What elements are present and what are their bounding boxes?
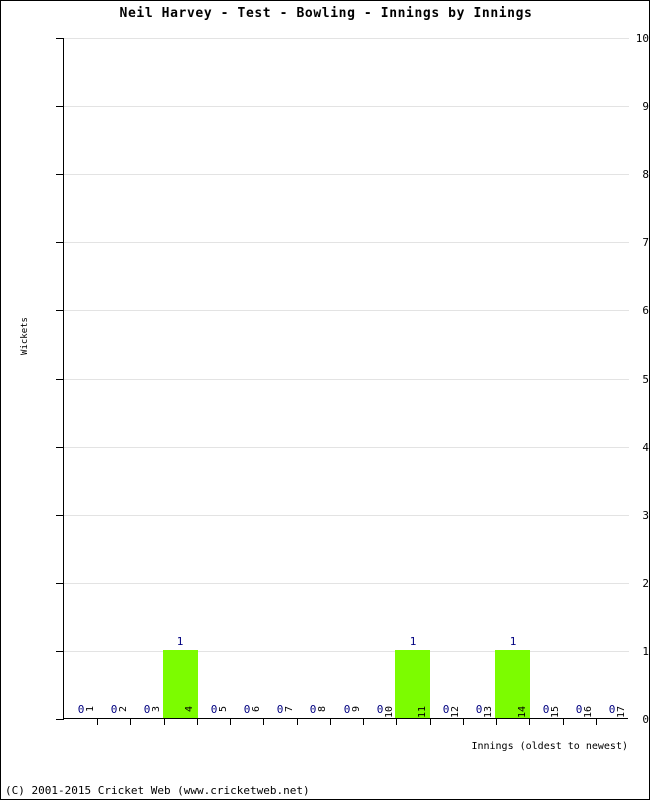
x-axis-tick-label: 3 bbox=[151, 706, 162, 713]
gridline bbox=[64, 106, 629, 108]
x-axis-tick-label: 9 bbox=[351, 706, 362, 713]
x-axis-tick bbox=[496, 719, 497, 725]
x-axis-tick bbox=[363, 719, 364, 725]
x-axis-tick bbox=[596, 719, 597, 725]
x-axis-tick-label: 13 bbox=[483, 706, 494, 719]
x-axis-tick-label: 10 bbox=[384, 706, 395, 719]
x-axis-tick-label: 5 bbox=[218, 706, 229, 713]
x-axis-tick bbox=[563, 719, 564, 725]
x-axis-tick-label: 15 bbox=[550, 706, 561, 719]
x-axis-tick bbox=[330, 719, 331, 725]
x-axis-tick bbox=[130, 719, 131, 725]
bar-value-label: 1 bbox=[409, 634, 417, 648]
x-axis-tick-label: 8 bbox=[317, 706, 328, 713]
gridline bbox=[64, 650, 629, 652]
x-axis-tick-label: 11 bbox=[417, 706, 428, 719]
chart-container: Neil Harvey - Test - Bowling - Innings b… bbox=[0, 0, 650, 800]
gridline bbox=[64, 446, 629, 448]
x-axis-tick bbox=[230, 719, 231, 725]
chart-title: Neil Harvey - Test - Bowling - Innings b… bbox=[119, 6, 533, 21]
copyright-note: (C) 2001-2015 Cricket Web (www.cricketwe… bbox=[5, 784, 310, 797]
x-axis-tick-label: 14 bbox=[517, 706, 528, 719]
gridline bbox=[64, 242, 629, 244]
x-axis-tick bbox=[164, 719, 165, 725]
x-axis-tick-label: 7 bbox=[284, 706, 295, 713]
x-axis-tick-label: 2 bbox=[118, 706, 129, 713]
x-axis-tick bbox=[97, 719, 98, 725]
bar-value-label: 1 bbox=[509, 634, 517, 648]
y-axis-title: Wickets bbox=[20, 317, 30, 355]
x-axis-tick-label: 4 bbox=[184, 706, 195, 713]
x-axis-tick-label: 6 bbox=[251, 706, 262, 713]
y-axis-tick bbox=[56, 719, 64, 720]
gridline bbox=[64, 514, 629, 516]
x-axis-title: Innings (oldest to newest) bbox=[471, 741, 628, 752]
gridline bbox=[64, 719, 629, 720]
gridline bbox=[64, 174, 629, 176]
gridline bbox=[64, 38, 629, 39]
x-axis-tick-label: 17 bbox=[616, 706, 627, 719]
plot-area: 00010000001001000 1 2 3 4 5 6 7 8 9 10 11 12 13 14 15 1… bbox=[63, 38, 629, 725]
x-axis-tick bbox=[430, 719, 431, 725]
x-axis-tick bbox=[197, 719, 198, 725]
x-axis-tick bbox=[396, 719, 397, 725]
x-axis-tick-label: 1 bbox=[85, 706, 96, 713]
x-axis-tick-label: 12 bbox=[450, 706, 461, 719]
bar-value-label: 1 bbox=[176, 634, 184, 648]
x-axis-tick bbox=[297, 719, 298, 725]
x-axis-tick bbox=[529, 719, 530, 725]
x-axis-tick-label: 16 bbox=[583, 706, 594, 719]
gridline bbox=[64, 310, 629, 312]
gridline bbox=[64, 378, 629, 380]
gridline bbox=[64, 582, 629, 584]
x-axis-tick bbox=[463, 719, 464, 725]
x-axis-tick bbox=[263, 719, 264, 725]
